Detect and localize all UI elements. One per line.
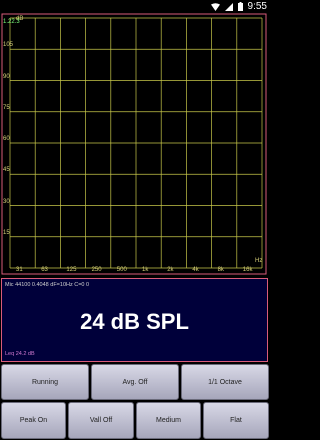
average-button[interactable]: Avg. Off [91,364,179,400]
db-tick-label: 60 [3,136,10,142]
db-tick-label: 75 [3,104,10,111]
freq-tick-label: 63 [41,267,48,273]
db-tick-label: 15 [3,229,10,236]
spectrum-grid [1,13,267,275]
spectrum-plot[interactable]: dB 1.22.3 Hz 105 90 75 60 45 30 15 31 63 125 250 5… [0,13,270,277]
spl-value: 24 dB SPL [80,309,189,334]
hz-unit-label: Hz [255,258,263,264]
spl-panel: Mic 44100 0.4048 dF=10Hz C=0 0 24 dB SPL… [1,278,268,362]
signal-icon [224,2,233,11]
freq-tick-label: 125 [66,267,77,273]
status-bar: 9:55 [0,0,270,13]
freq-tick-label: 500 [116,267,127,273]
db-tick-label: 90 [3,73,10,80]
db-tick-label: 45 [3,167,10,174]
peak-button[interactable]: Peak On [1,402,66,439]
status-icons: 9:55 [210,0,267,13]
running-button[interactable]: Running [1,364,89,400]
live-value: 1.22.3 [3,19,20,25]
db-tick-label: 105 [3,42,14,49]
wifi-icon [210,2,220,11]
weighting-flat-button[interactable]: Flat [203,402,269,439]
plot-frame [1,13,267,275]
status-time: 9:55 [247,1,267,12]
freq-tick-label: 250 [91,267,102,273]
octave-button[interactable]: 1/1 Octave [181,364,269,400]
valley-button[interactable]: Vall Off [68,402,134,439]
freq-tick-label: 8k [217,267,224,273]
freq-tick-label: 2k [167,267,174,273]
freq-tick-label: 1k [142,267,149,273]
leq-text: Leq 24.2 dB [5,351,35,357]
battery-icon [237,2,243,11]
freq-tick-label: 31 [16,267,23,273]
freq-tick-label: 4k [192,267,199,273]
mic-info-text: Mic 44100 0.4048 dF=10Hz C=0 0 [5,282,90,288]
freq-tick-label: 16k [242,267,253,273]
db-tick-label: 30 [3,198,10,205]
speed-medium-button[interactable]: Medium [136,402,201,439]
